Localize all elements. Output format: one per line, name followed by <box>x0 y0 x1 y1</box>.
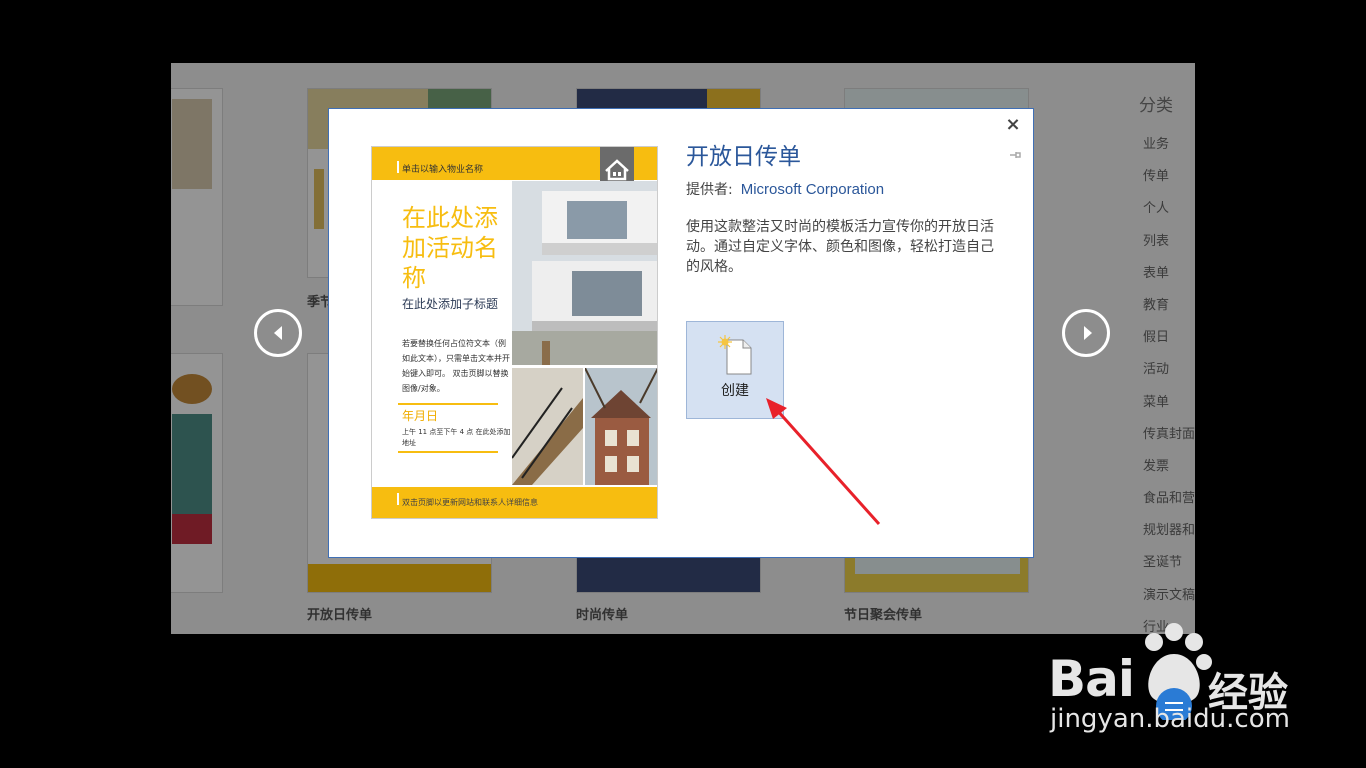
flyer-time-address: 上午 11 点至下午 4 点 在此处添加地址 <box>402 428 511 447</box>
flyer-subtitle: 在此处添加子标题 <box>402 297 499 311</box>
pin-button[interactable] <box>1007 147 1023 163</box>
flyer-divider <box>398 403 498 405</box>
watermark-url: jingyan.baidu.com <box>1050 704 1290 734</box>
arrow-left-icon <box>274 326 282 340</box>
template-title: 开放日传单 <box>686 144 801 170</box>
flyer-footer-text: 双击页脚以更新网站和联系人详细信息 <box>402 498 538 507</box>
next-template-button[interactable] <box>1062 309 1110 357</box>
template-description: 使用这款整洁又时尚的模板活力宣传你的开放日活动。通过自定义字体、颜色和图像，轻松… <box>686 219 994 275</box>
provider-line: 提供者: Microsoft Corporation <box>686 179 884 199</box>
new-document-icon <box>718 335 752 375</box>
baidu-watermark: Bai 经验 jingyan.baidu.com <box>1040 620 1340 750</box>
flyer-date: 年月日 <box>402 409 439 423</box>
flyer-stairs-photo <box>512 368 583 485</box>
pin-icon <box>1010 152 1021 158</box>
close-button[interactable]: × <box>1003 115 1023 135</box>
flyer-house-photo <box>585 368 657 485</box>
previous-template-button[interactable] <box>254 309 302 357</box>
template-preview-image: 单击以输入物业名称 在此处添加活动名称 在此处添加子标题 若要替换任何占位符文本… <box>371 146 658 519</box>
flyer-divider <box>398 451 498 453</box>
flyer-event-name: 在此处添加活动名称 <box>402 204 498 292</box>
annotation-arrow <box>766 398 881 526</box>
flyer-body-text: 若要替换任何占位符文本（例如此文本），只需单击文本并开始键入即可。 双击页脚以替… <box>402 339 510 393</box>
flyer-property-name: 单击以输入物业名称 <box>402 165 484 175</box>
provider-label: 提供者: <box>686 182 733 198</box>
close-icon: × <box>1005 114 1021 135</box>
flyer-building-photo <box>512 181 657 365</box>
template-preview-dialog: × 单击以输入物业名称 在此处添加活动名称 在此处添加子标题 若要替换任何占位符… <box>328 108 1034 558</box>
provider-value: Microsoft Corporation <box>740 181 885 198</box>
arrow-right-icon <box>1084 326 1092 340</box>
screen: 季节 开放日传单 时尚传单 节日聚会传单 分类 业务 传单 个人 列表 表单 教育 假日 活动 <box>0 0 1366 768</box>
watermark-brand: Bai <box>1048 650 1135 708</box>
